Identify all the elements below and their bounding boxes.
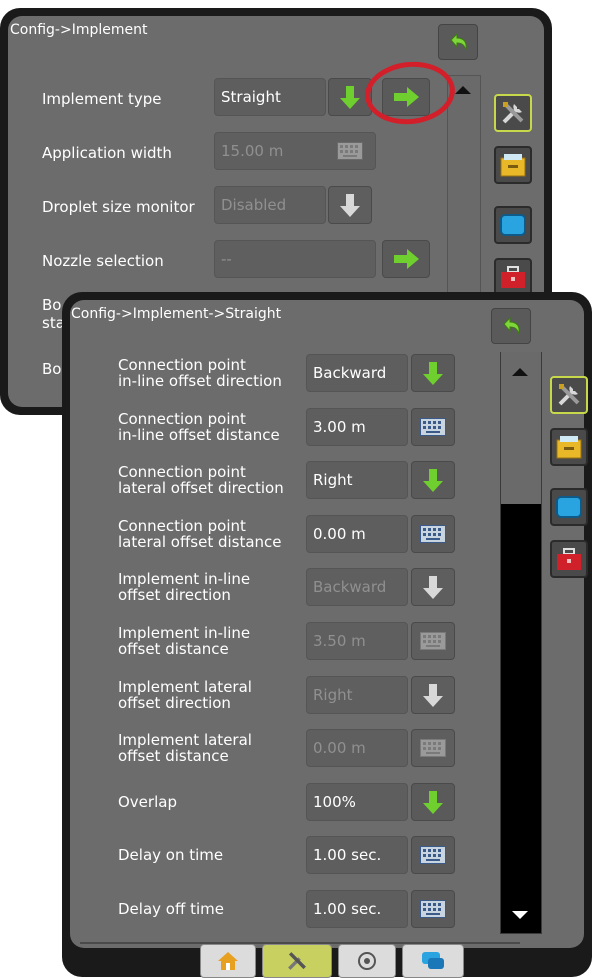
side-tab-toolbox[interactable] (494, 258, 532, 296)
keypad-icon (420, 900, 446, 918)
back-button[interactable] (491, 308, 531, 344)
setting-value-field: Backward (306, 568, 408, 606)
droplet-size-dropdown-button (328, 186, 372, 224)
setting-label: Connection point lateral offset directio… (118, 463, 284, 497)
setting-label: Implement in-line offset direction (118, 570, 251, 604)
setting-label: Implement lateral offset distance (118, 731, 252, 765)
back-breadcrumb: Config->Implement (10, 22, 148, 38)
console-icon (556, 436, 582, 459)
setting-label: Implement lateral offset direction (118, 678, 252, 712)
screen-icon (500, 214, 526, 236)
setting-value-field[interactable]: Right (306, 461, 408, 499)
down-arrow-icon (423, 684, 443, 707)
keypad-icon (420, 418, 446, 436)
back-row-label: Bo (42, 296, 62, 314)
gps-icon (358, 952, 376, 970)
keypad-icon (420, 632, 446, 650)
setting-label: Delay on time (118, 846, 224, 864)
side-tab-console[interactable] (494, 146, 532, 184)
down-arrow-icon (423, 469, 443, 492)
setting-label: Connection point in-line offset distance (118, 410, 280, 444)
keypad-button[interactable] (411, 890, 455, 928)
setting-label: Delay off time (118, 900, 224, 918)
keypad-button (411, 729, 455, 767)
dropdown-button[interactable] (411, 461, 455, 499)
setting-label: Overlap (118, 793, 177, 811)
down-arrow-icon (340, 194, 360, 217)
nozzle-selection-field: -- (214, 240, 376, 278)
setting-value-field[interactable]: 0.00 m (306, 515, 408, 553)
tools-icon (288, 952, 306, 970)
setting-value-field[interactable]: 100% (306, 783, 408, 821)
keypad-icon (420, 525, 446, 543)
keypad-button[interactable] (411, 408, 455, 446)
front-scroll-up-icon[interactable] (512, 368, 528, 376)
chat-button[interactable] (402, 944, 464, 978)
implement-type-field[interactable]: Straight (214, 78, 326, 116)
screen-icon (556, 496, 582, 518)
undo-arrow-icon (450, 32, 467, 51)
setting-label: Implement in-line offset distance (118, 624, 251, 658)
back-row-label: Bo (42, 360, 62, 378)
back-row-label: Implement type (42, 90, 162, 108)
setting-value-field[interactable]: Backward (306, 354, 408, 392)
right-arrow-icon (394, 249, 419, 269)
side-tab-console[interactable] (550, 428, 588, 466)
keypad-button[interactable] (411, 515, 455, 553)
side-tab-screen[interactable] (494, 206, 532, 244)
setting-value-field[interactable]: 1.00 sec. (306, 890, 408, 928)
setting-label: Connection point in-line offset directio… (118, 356, 282, 390)
gps-button[interactable] (338, 944, 396, 978)
setting-value-field: 3.50 m (306, 622, 408, 660)
droplet-size-field: Disabled (214, 186, 326, 224)
dropdown-button[interactable] (411, 354, 455, 392)
home-button[interactable] (200, 944, 256, 978)
back-row-label: Nozzle selection (42, 252, 164, 270)
setting-value-field[interactable]: 1.00 sec. (306, 836, 408, 874)
undo-arrow-icon (503, 316, 520, 335)
side-tab-screen[interactable] (550, 488, 588, 526)
back-row-label: Droplet size monitor (42, 198, 195, 216)
home-icon (218, 952, 238, 970)
toolbox-icon (501, 266, 525, 288)
chat-icon (422, 952, 444, 969)
tools-icon (502, 102, 524, 124)
dropdown-button (411, 568, 455, 606)
back-scroll-up-icon[interactable] (455, 86, 471, 94)
dropdown-button[interactable] (411, 783, 455, 821)
down-arrow-icon (423, 576, 443, 599)
nozzle-selection-next-button[interactable] (382, 240, 430, 278)
front-breadcrumb: Config->Implement->Straight (71, 306, 282, 322)
front-scroll-down-icon[interactable] (512, 911, 528, 919)
back-row-label: Application width (42, 144, 172, 162)
setting-value-field: Right (306, 676, 408, 714)
keypad-icon (337, 142, 363, 160)
keypad-icon (420, 846, 446, 864)
tools-icon (558, 384, 580, 406)
setting-value-field: 0.00 m (306, 729, 408, 767)
side-tab-tools[interactable] (550, 376, 588, 414)
keypad-button[interactable] (411, 836, 455, 874)
side-tab-toolbox[interactable] (550, 540, 588, 578)
down-arrow-icon (423, 791, 443, 814)
setting-label: Connection point lateral offset distance (118, 517, 282, 551)
down-arrow-icon (340, 86, 360, 109)
toolbox-icon (557, 548, 581, 570)
console-icon (500, 154, 526, 177)
keypad-icon (420, 739, 446, 757)
keypad-button (411, 622, 455, 660)
side-tab-tools[interactable] (494, 94, 532, 132)
back-button[interactable] (438, 24, 478, 60)
tools-nav-button[interactable] (262, 944, 332, 978)
dropdown-button (411, 676, 455, 714)
down-arrow-icon (423, 362, 443, 385)
setting-value-field[interactable]: 3.00 m (306, 408, 408, 446)
